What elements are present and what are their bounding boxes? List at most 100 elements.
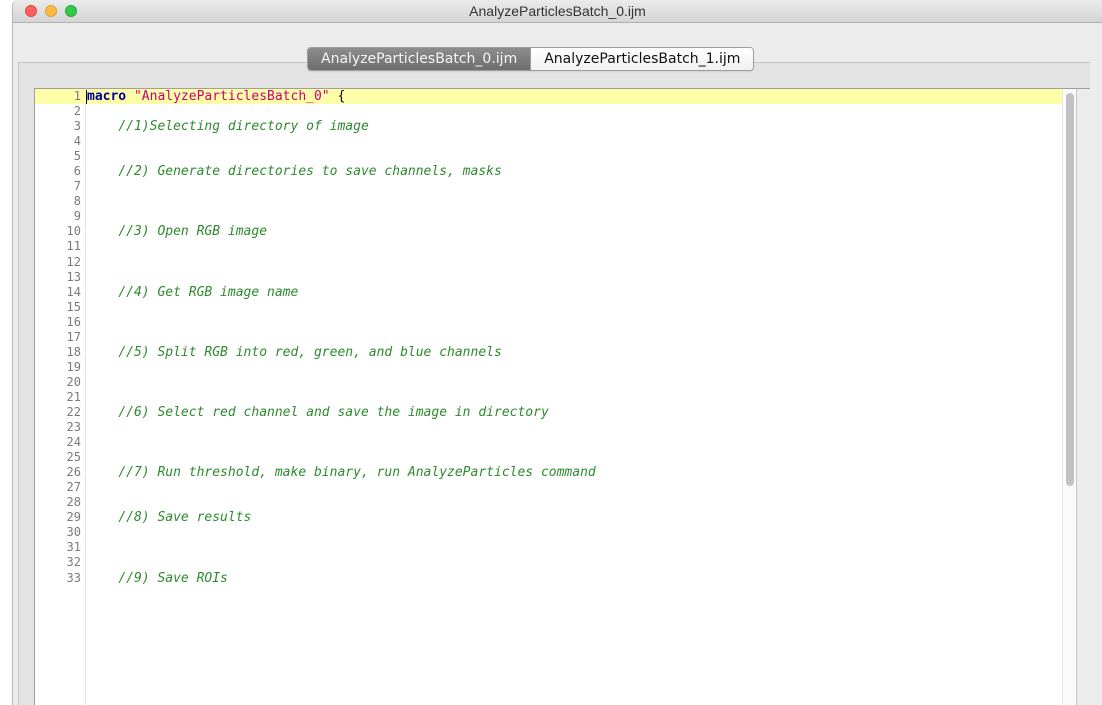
line-code: macro "AnalyzeParticlesBatch_0" { [86, 89, 345, 104]
line-code: //7) Run threshold, make binary, run Ana… [87, 465, 596, 481]
title-bar[interactable]: AnalyzeParticlesBatch_0.ijm [13, 0, 1102, 23]
code-line[interactable]: 28 [35, 495, 1090, 510]
line-number: 25 [66, 450, 81, 465]
vertical-scrollbar[interactable] [1062, 89, 1076, 705]
line-number: 8 [73, 194, 81, 209]
code-line[interactable]: 4 [35, 134, 1090, 149]
line-number: 30 [66, 525, 81, 540]
line-code: //5) Split RGB into red, green, and blue… [87, 345, 502, 360]
code-line[interactable]: 20 [35, 375, 1090, 390]
code-line[interactable]: 6 //2) Generate directories to save chan… [35, 164, 1090, 179]
code-line[interactable]: 18 //5) Split RGB into red, green, and b… [35, 345, 1090, 360]
scrollbar-thumb[interactable] [1066, 93, 1074, 486]
code-line[interactable]: 17 [35, 330, 1090, 345]
code-line[interactable]: 27 [35, 480, 1090, 495]
line-code: //3) Open RGB image [87, 224, 267, 239]
line-number: 16 [66, 314, 81, 329]
line-number: 32 [66, 555, 81, 570]
code-line[interactable]: 24 [35, 435, 1090, 450]
code-line[interactable]: 19 [35, 360, 1090, 375]
code-line[interactable]: 11 [35, 239, 1090, 254]
code-line[interactable]: 15 [35, 300, 1090, 315]
comment-token: //7) Run threshold, make binary, run Ana… [118, 465, 596, 481]
code-line[interactable]: 10 //3) Open RGB image [35, 224, 1090, 239]
code-line[interactable]: 16 [35, 315, 1090, 330]
code-line[interactable]: 12 [35, 255, 1090, 270]
line-code: //1)Selecting directory of image [87, 119, 368, 134]
line-number: 28 [66, 495, 81, 510]
code-line[interactable]: 22 //6) Select red channel and save the … [35, 405, 1090, 420]
line-number: 18 [66, 344, 81, 359]
line-number: 7 [73, 179, 81, 194]
code-line[interactable]: 2 [35, 104, 1090, 119]
line-number: 4 [73, 134, 81, 149]
code-line[interactable]: 1 macro "AnalyzeParticlesBatch_0" { [35, 89, 1090, 105]
code-line[interactable]: 21 [35, 390, 1090, 405]
tab-analyzeparticlesbatch-1[interactable]: AnalyzeParticlesBatch_1.ijm [530, 48, 754, 70]
line-number: 15 [66, 299, 81, 314]
code-line[interactable]: 32 [35, 555, 1090, 570]
line-code: //4) Get RGB image name [87, 285, 298, 300]
file-tab-bar: AnalyzeParticlesBatch_0.ijm AnalyzeParti… [307, 47, 755, 71]
line-number: 6 [73, 164, 81, 179]
code-line[interactable]: 14 //4) Get RGB image name [35, 285, 1090, 300]
line-number: 24 [66, 435, 81, 450]
line-code: //2) Generate directories to save channe… [87, 164, 502, 179]
line-number: 3 [73, 119, 81, 134]
line-number: 20 [66, 374, 81, 389]
code-line[interactable]: 7 [35, 179, 1090, 194]
code-line[interactable]: 8 [35, 194, 1090, 209]
code-line[interactable]: 5 [35, 149, 1090, 164]
window-right-edge [1076, 89, 1090, 705]
line-number: 12 [66, 254, 81, 269]
line-number: 22 [66, 404, 81, 419]
code-line[interactable]: 31 [35, 540, 1090, 555]
line-number: 27 [66, 480, 81, 495]
tab-analyzeparticlesbatch-0[interactable]: AnalyzeParticlesBatch_0.ijm [308, 48, 531, 70]
code-line[interactable]: 25 [35, 450, 1090, 465]
line-number: 2 [73, 104, 81, 119]
comment-token: //5) Split RGB into red, green, and blue… [118, 344, 502, 360]
comment-token: //6) Select red channel and save the ima… [118, 404, 549, 420]
code-line[interactable]: 29 //8) Save results [35, 510, 1090, 525]
code-line[interactable]: 13 [35, 270, 1090, 285]
line-number: 33 [66, 570, 81, 585]
code-line[interactable]: 33 //9) Save ROIs [35, 571, 1090, 586]
comment-token: //4) Get RGB image name [118, 284, 299, 300]
comment-token: //3) Open RGB image [118, 224, 268, 240]
code-lines[interactable]: 1 macro "AnalyzeParticlesBatch_0" { 2 3 //… [35, 89, 1090, 586]
line-number: 1 [73, 89, 81, 103]
line-number: 26 [66, 465, 81, 480]
code-line[interactable]: 23 [35, 420, 1090, 435]
line-number: 14 [66, 284, 81, 299]
code-line[interactable]: 26 //7) Run threshold, make binary, run … [35, 465, 1090, 480]
code-line[interactable]: 30 [35, 525, 1090, 540]
string-token: "AnalyzeParticlesBatch_0" [133, 89, 330, 104]
code-editor[interactable]: 1 macro "AnalyzeParticlesBatch_0" { 2 3 //… [34, 88, 1090, 705]
line-code: //6) Select red channel and save the ima… [87, 404, 549, 420]
line-number: 31 [66, 540, 81, 555]
line-number: 13 [66, 269, 81, 284]
code-line[interactable]: 3 //1)Selecting directory of image [35, 119, 1090, 134]
line-number: 5 [73, 149, 81, 164]
comment-token: //8) Save results [118, 510, 252, 526]
code-line[interactable]: 9 [35, 209, 1090, 224]
